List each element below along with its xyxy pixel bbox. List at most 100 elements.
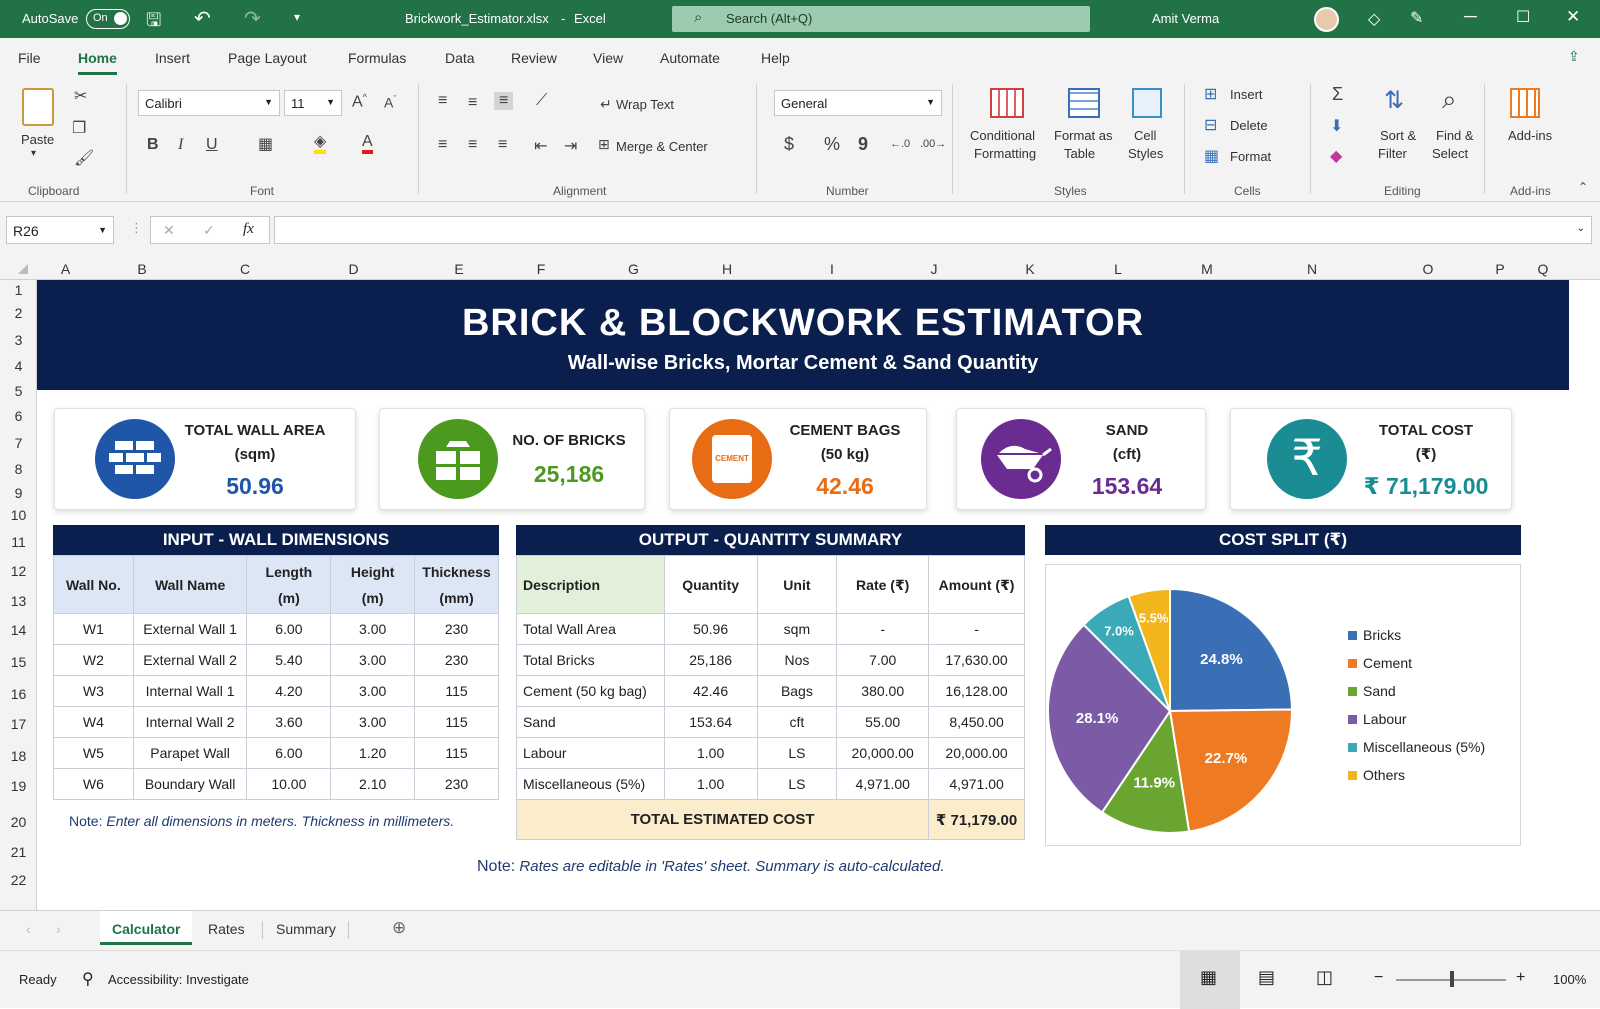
output-cell[interactable]: LS [756,768,838,800]
align-bottom-icon[interactable]: ≡ [494,92,514,110]
row-7[interactable]: 7 [0,435,37,451]
input-cell[interactable]: 3.00 [330,675,416,707]
col-E[interactable]: E [407,261,511,277]
undo-icon[interactable]: ↶ [194,6,211,31]
align-left-icon[interactable]: ≡ [438,136,447,154]
output-cell[interactable]: 1.00 [663,737,758,769]
input-cell[interactable]: 3.00 [330,706,416,738]
input-cell[interactable]: W3 [53,675,134,707]
input-cell[interactable]: Internal Wall 1 [132,675,248,707]
conditional-formatting-icon[interactable] [990,88,1024,118]
fill-icon[interactable]: ⬇ [1330,116,1343,136]
input-cell[interactable]: 230 [414,644,499,676]
delete-cells-icon[interactable]: ⊟ [1204,115,1217,135]
cell-styles-button[interactable]: Cell [1134,128,1156,143]
align-center-icon[interactable]: ≡ [468,136,477,154]
tab-review[interactable]: Review [511,50,557,66]
decrease-decimal-icon[interactable]: .00→ [920,138,946,150]
input-cell[interactable]: W2 [53,644,134,676]
underline-button[interactable]: U [206,136,218,154]
paste-dropdown-icon[interactable]: ▾ [31,148,36,159]
autosave-toggle[interactable]: On [86,9,130,29]
add-sheet-icon[interactable]: ⊕ [392,918,406,938]
align-right-icon[interactable]: ≡ [498,136,507,154]
input-cell[interactable]: 10.00 [246,768,332,800]
increase-indent-icon[interactable]: ⇥ [564,136,577,156]
col-Q[interactable]: Q [1522,261,1564,277]
output-cell[interactable]: 42.46 [663,675,758,707]
pie-slice[interactable] [1168,708,1293,833]
row-8[interactable]: 8 [0,461,37,477]
insert-function-icon[interactable]: fx [243,221,254,238]
bold-button[interactable]: B [147,136,159,154]
output-cell[interactable]: 4,971.00 [928,768,1025,800]
maximize-icon[interactable]: ☐ [1516,7,1530,27]
input-cell[interactable]: 230 [414,613,499,645]
row-2[interactable]: 2 [0,305,37,321]
output-cell[interactable]: sqm [756,613,838,645]
minimize-icon[interactable]: ─ [1464,6,1477,27]
output-cell[interactable]: LS [756,737,838,769]
col-A[interactable]: A [37,261,94,277]
output-cell[interactable]: 380.00 [836,675,930,707]
output-cell[interactable]: Nos [756,644,838,676]
find-select-icon[interactable]: ⌕ [1442,84,1457,116]
input-cell[interactable]: 6.00 [246,613,332,645]
copy-icon[interactable]: ❐ [72,118,86,138]
output-cell[interactable]: 153.64 [663,706,758,738]
percent-button[interactable]: % [824,134,840,155]
col-L[interactable]: L [1098,261,1138,277]
zoom-in-button[interactable]: + [1516,969,1525,987]
zoom-out-button[interactable]: − [1374,969,1383,987]
row-5[interactable]: 5 [0,383,37,399]
input-cell[interactable]: 115 [414,706,499,738]
col-N[interactable]: N [1276,261,1348,277]
cost-split-chart[interactable]: 24.8% 22.7% 11.9% 28.1% 7.0% 5.5% Bricks Cemen… [1045,564,1521,846]
output-cell[interactable]: Labour [516,737,665,769]
row-3[interactable]: 3 [0,332,37,348]
row-15[interactable]: 15 [0,654,37,670]
row-4[interactable]: 4 [0,358,37,374]
redo-icon[interactable]: ↷ [244,6,261,31]
output-cell[interactable]: Total Bricks [516,644,665,676]
sort-filter-button[interactable]: Sort & [1380,128,1416,143]
input-cell[interactable]: W1 [53,613,134,645]
save-icon[interactable]: 🖫 [146,8,161,38]
output-cell[interactable]: Sand [516,706,665,738]
col-I[interactable]: I [758,261,906,277]
input-cell[interactable]: 3.00 [330,644,416,676]
row-1[interactable]: 1 [0,282,37,298]
autosum-icon[interactable]: Σ [1332,84,1343,105]
number-format-select[interactable]: General ▼ [774,90,942,116]
input-cell[interactable]: 1.20 [330,737,416,769]
diamond-icon[interactable]: ◇ [1368,9,1380,29]
decrease-font-icon[interactable]: Aˇ [384,94,396,111]
normal-view-icon[interactable]: ▦ [1200,967,1217,988]
output-cell[interactable]: 17,630.00 [928,644,1025,676]
sort-filter-icon[interactable]: ⇅ [1384,86,1404,115]
output-cell[interactable]: 25,186 [663,644,758,676]
format-as-table-button[interactable]: Format as [1054,128,1113,143]
output-cell[interactable]: 16,128.00 [928,675,1025,707]
clear-icon[interactable]: ◆ [1330,146,1342,166]
select-all-icon[interactable] [18,264,28,274]
output-cell[interactable]: Miscellaneous (5%) [516,768,665,800]
row-17[interactable]: 17 [0,716,37,732]
align-top-icon[interactable]: ≡ [438,92,447,110]
input-cell[interactable]: W4 [53,706,134,738]
sheet-tab-summary[interactable]: Summary [276,921,336,937]
zoom-level[interactable]: 100% [1553,972,1586,987]
conditional-formatting-button[interactable]: Conditional [970,128,1035,143]
format-cells-icon[interactable]: ▦ [1204,146,1219,166]
input-cell[interactable]: Boundary Wall [132,768,248,800]
output-cell[interactable]: 8,450.00 [928,706,1025,738]
output-cell[interactable]: Cement (50 kg bag) [516,675,665,707]
cut-icon[interactable]: ✂ [74,86,87,106]
format-as-table-icon[interactable] [1068,88,1100,118]
sheet-tab-calculator[interactable]: Calculator [112,921,180,937]
decrease-indent-icon[interactable]: ⇤ [534,136,547,156]
row-18[interactable]: 18 [0,748,37,764]
accessibility-icon[interactable]: ⚲ [82,969,94,989]
align-middle-icon[interactable]: ≡ [468,94,477,112]
find-select-button[interactable]: Find & [1436,128,1474,143]
